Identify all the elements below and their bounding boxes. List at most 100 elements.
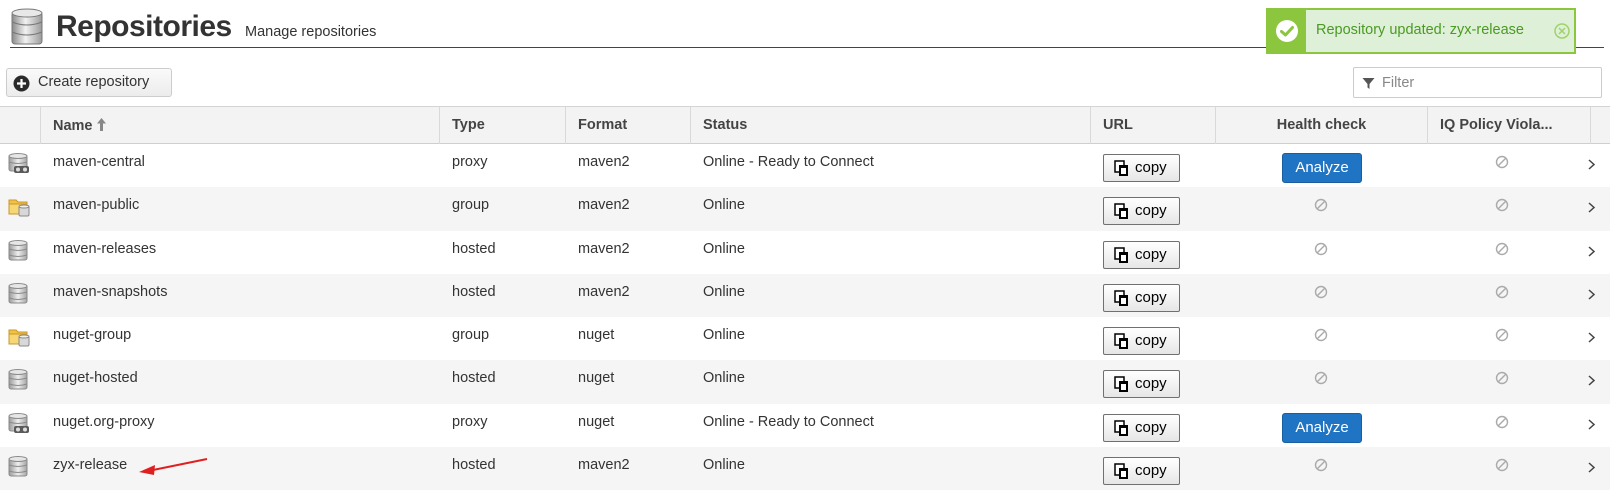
hosted-repo-icon: [8, 369, 28, 395]
not-available-icon: [1495, 371, 1509, 389]
table-row[interactable]: zyx-release hosted maven2 Online copy: [0, 447, 1610, 491]
repositories-table: Name Type Format Status URL Health check…: [0, 106, 1610, 491]
copy-icon: [1114, 463, 1130, 484]
filter-icon: [1362, 78, 1375, 89]
copy-label: copy: [1135, 375, 1167, 393]
header-url[interactable]: URL: [1090, 107, 1215, 144]
repo-format: maven2: [578, 457, 630, 474]
chevron-right-icon[interactable]: [1587, 374, 1596, 391]
repo-type: proxy: [452, 154, 488, 170]
table-header: Name Type Format Status URL Health check…: [0, 106, 1610, 144]
repo-name[interactable]: maven-public: [53, 187, 139, 230]
sort-ascending-icon: [96, 118, 106, 131]
not-available-icon: [1495, 328, 1509, 346]
filter-input[interactable]: [1380, 72, 1598, 94]
repo-format: maven2: [578, 283, 630, 300]
repo-name[interactable]: nuget-group: [53, 317, 131, 360]
repo-name[interactable]: maven-snapshots: [53, 274, 167, 317]
header-name[interactable]: Name: [40, 107, 439, 144]
success-toast: Repository updated: zyx-release: [1266, 8, 1576, 54]
copy-label: copy: [1135, 462, 1167, 480]
not-available-icon: [1314, 198, 1328, 216]
analyze-button[interactable]: Analyze: [1282, 153, 1362, 183]
repo-type: hosted: [452, 240, 496, 257]
header-iq-policy[interactable]: IQ Policy Viola...: [1427, 107, 1590, 144]
chevron-right-icon[interactable]: [1587, 245, 1596, 262]
copy-icon: [1114, 246, 1130, 268]
header-health-check[interactable]: Health check: [1215, 107, 1427, 144]
repo-name[interactable]: maven-releases: [53, 231, 156, 274]
page-title: Repositories: [56, 10, 232, 43]
repo-type: group: [452, 197, 490, 214]
table-row[interactable]: nuget-group group nuget Online copy: [0, 317, 1610, 360]
copy-url-button[interactable]: copy: [1103, 370, 1180, 399]
table-row[interactable]: maven-central proxy maven2 Online - Read…: [0, 144, 1610, 187]
copy-url-button[interactable]: copy: [1103, 197, 1180, 226]
repo-type: proxy: [452, 413, 488, 430]
repo-name[interactable]: zyx-release: [53, 447, 127, 490]
copy-url-button[interactable]: copy: [1103, 154, 1180, 182]
copy-icon: [1114, 290, 1130, 311]
table-row[interactable]: maven-public group maven2 Online copy: [0, 187, 1610, 231]
chevron-right-icon[interactable]: [1587, 331, 1596, 348]
page-subtitle: Manage repositories: [245, 24, 377, 40]
header-actions: [1590, 107, 1610, 144]
close-icon[interactable]: [1554, 23, 1570, 39]
copy-label: copy: [1135, 202, 1167, 220]
repo-type: hosted: [452, 283, 496, 300]
not-available-icon: [1314, 242, 1328, 260]
repo-status: Online: [703, 240, 745, 257]
chevron-right-icon[interactable]: [1587, 418, 1596, 435]
copy-label: copy: [1135, 288, 1167, 306]
repo-format: nuget: [578, 413, 615, 430]
create-repository-label: Create repository: [38, 74, 150, 90]
analyze-button[interactable]: Analyze: [1282, 412, 1362, 443]
hosted-repo-icon: [8, 456, 28, 482]
copy-label: copy: [1135, 159, 1167, 176]
check-circle-icon: [1268, 10, 1306, 52]
chevron-right-icon[interactable]: [1587, 461, 1596, 478]
table-row[interactable]: nuget.org-proxy proxy nuget Online - Rea…: [0, 404, 1610, 447]
copy-url-button[interactable]: copy: [1103, 413, 1180, 442]
toast-message: Repository updated: zyx-release: [1316, 22, 1524, 38]
chevron-right-icon[interactable]: [1587, 288, 1596, 305]
not-available-icon: [1495, 458, 1509, 476]
header-status[interactable]: Status: [690, 107, 1090, 144]
copy-url-button[interactable]: copy: [1103, 283, 1180, 312]
chevron-right-icon[interactable]: [1587, 158, 1596, 175]
repo-name[interactable]: nuget-hosted: [53, 360, 138, 403]
not-available-icon: [1314, 371, 1328, 389]
repo-status: Online - Ready to Connect: [703, 154, 874, 170]
repo-name[interactable]: maven-central: [53, 144, 145, 187]
copy-url-button[interactable]: copy: [1103, 240, 1180, 269]
not-available-icon: [1495, 198, 1509, 216]
create-repository-button[interactable]: Create repository: [6, 68, 172, 97]
header-type[interactable]: Type: [439, 107, 565, 144]
hosted-repo-icon: [8, 282, 28, 309]
proxy-repo-icon: [8, 153, 30, 179]
repo-status: Online: [703, 370, 745, 387]
copy-label: copy: [1135, 245, 1167, 263]
repo-status: Online: [703, 327, 745, 344]
copy-url-button[interactable]: copy: [1103, 457, 1180, 486]
table-row[interactable]: maven-releases hosted maven2 Online copy: [0, 231, 1610, 274]
copy-icon: [1114, 160, 1130, 181]
not-available-icon: [1495, 285, 1509, 303]
table-row[interactable]: maven-snapshots hosted maven2 Online cop…: [0, 273, 1610, 318]
copy-url-button[interactable]: copy: [1103, 327, 1180, 356]
copy-label: copy: [1135, 418, 1167, 436]
not-available-icon: [1495, 155, 1509, 173]
chevron-right-icon[interactable]: [1587, 201, 1596, 218]
repo-format: maven2: [578, 154, 630, 170]
repo-status: Online: [703, 457, 745, 474]
table-body: maven-central proxy maven2 Online - Read…: [0, 144, 1610, 491]
table-row[interactable]: nuget-hosted hosted nuget Online copy: [0, 360, 1610, 404]
repo-type: group: [452, 327, 490, 344]
header-icon-column: [0, 107, 40, 144]
repo-format: nuget: [578, 370, 615, 387]
database-icon: [11, 8, 43, 45]
proxy-repo-icon: [8, 412, 30, 439]
repo-type: hosted: [452, 370, 496, 387]
header-format[interactable]: Format: [565, 107, 690, 144]
repo-name[interactable]: nuget.org-proxy: [53, 404, 155, 447]
